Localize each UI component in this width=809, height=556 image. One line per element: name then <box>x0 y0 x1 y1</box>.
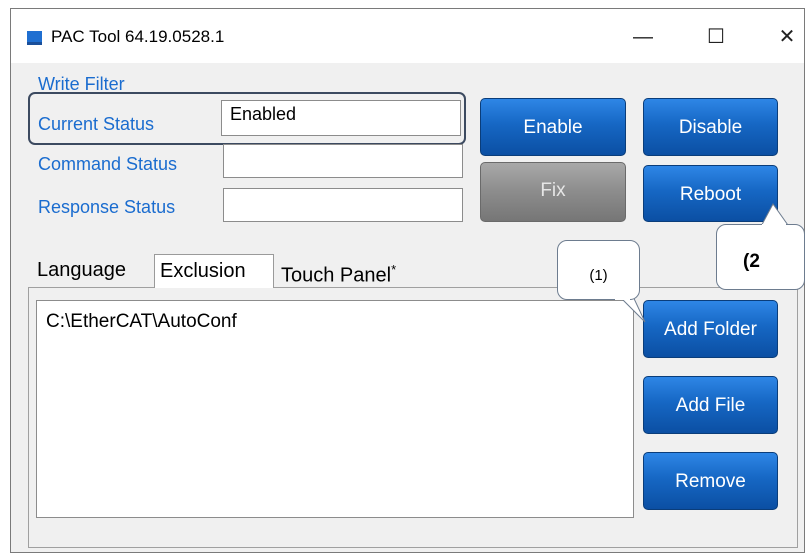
callout-pointer-mask <box>615 224 786 300</box>
